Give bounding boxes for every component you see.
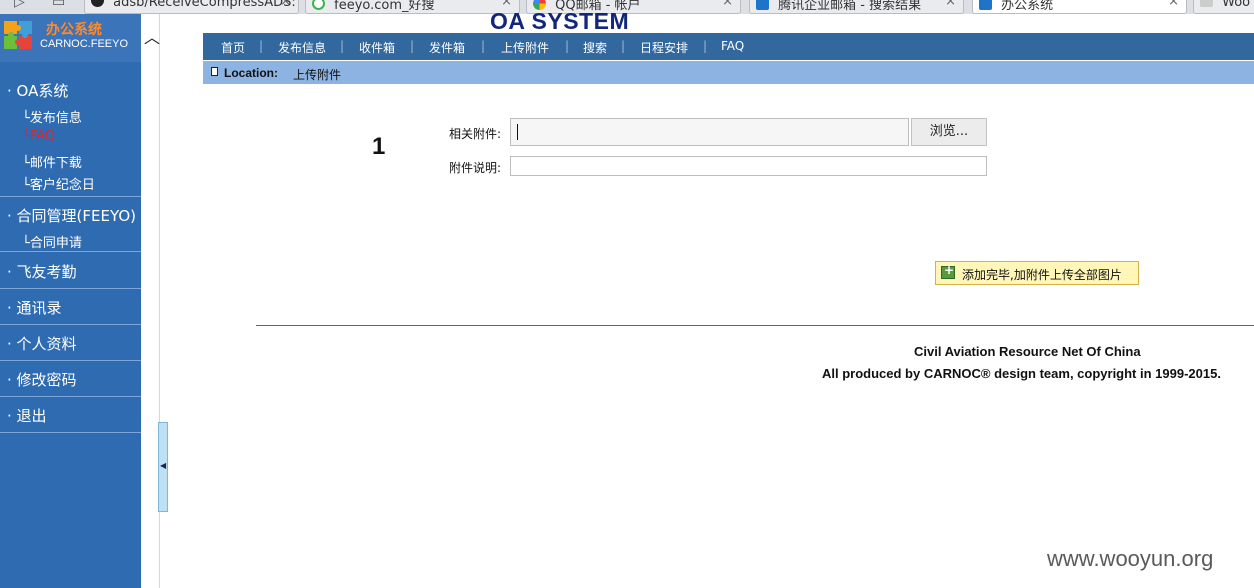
search-engine-icon [312,0,325,10]
chevron-up-icon[interactable]: ︿ [144,24,160,48]
sidebar-item-faq[interactable]: └FAQ [22,129,55,144]
footer-copyright: All produced by CARNOC® design team, cop… [822,366,1221,381]
browse-button[interactable]: 浏览... [911,118,987,146]
browser-tab-label: Woo [1222,0,1251,10]
add-complete-upload-label: 添加完毕,加附件上传全部图片 [962,268,1122,282]
description-label: 附件说明: [449,161,502,175]
new-window-icon[interactable]: ▭ [52,0,65,10]
sidebar-group-attendance[interactable]: · 飞友考勤 [0,253,141,289]
logo-subtitle: CARNOC.FEEYO [40,38,129,50]
nav-separator: | [410,39,415,53]
attachment-row-number: 1 [372,133,386,160]
browser-tab-exmail[interactable]: 腾讯企业邮箱 - 搜索结果 × [749,0,964,14]
sidebar-item-contract-apply[interactable]: └合同申请 [22,232,82,251]
nav-upload[interactable]: 上传附件 [501,39,549,56]
sidebar: 办公系统 CARNOC.FEEYO · OA系统 └发布信息 └FAQ └邮件下… [0,14,141,588]
nav-schedule[interactable]: 日程安排 [640,39,688,56]
sidebar-item-publish[interactable]: └发布信息 [22,107,82,126]
sidebar-group-logout-header[interactable]: · 退出 [7,405,47,426]
puzzle-logo-icon [4,21,32,49]
sidebar-group-profile[interactable]: · 个人资料 [0,325,141,361]
location-value: 上传附件 [293,68,342,82]
sidebar-group-password[interactable]: · 修改密码 [0,361,141,397]
nav-separator: | [703,39,708,53]
browser-tab-label: feeyo.com_好搜 [334,0,435,13]
add-complete-upload-button[interactable]: 添加完毕,加附件上传全部图片 [935,261,1139,285]
text-cursor [517,124,518,140]
watermark: www.wooyun.org [1047,546,1214,571]
sidebar-item-customer-day[interactable]: └客户纪念日 [22,174,95,193]
browser-tab-search[interactable]: feeyo.com_好搜 × [305,0,520,14]
nav-separator: | [340,39,345,53]
browser-tab-woo[interactable]: Woo [1193,0,1254,14]
close-icon[interactable]: × [1168,0,1179,9]
page-icon [1200,0,1213,7]
logo: 办公系统 CARNOC.FEEYO [0,14,141,62]
sidebar-group-contract: · 合同管理(FEEYO) └合同申请 [0,198,141,252]
nav-separator: | [565,39,570,53]
sidebar-group-logout[interactable]: · 退出 [0,397,141,433]
mail-icon [756,0,769,10]
checkbox-icon [979,0,992,10]
add-image-icon [941,263,955,279]
attachment-label: 相关附件: [449,127,502,141]
sidebar-item-mail-download[interactable]: └邮件下载 [22,152,82,171]
sidebar-group-password-header[interactable]: · 修改密码 [7,369,77,390]
footer-divider [256,325,1254,326]
close-icon[interactable]: × [280,0,291,9]
location-label: Location: [224,66,278,80]
github-icon [91,0,104,7]
browser-tab-label: adsb/ReceiveCompressADS: [113,0,296,10]
browser-tab-label: 腾讯企业邮箱 - 搜索结果 [778,0,922,13]
browser-tab-github[interactable]: adsb/ReceiveCompressADS: × [84,0,299,14]
sidebar-group-contacts[interactable]: · 通讯录 [0,289,141,325]
close-icon[interactable]: × [945,0,956,9]
nav-separator: | [621,39,626,53]
nav-faq[interactable]: FAQ [721,39,744,53]
browser-tab-label: 办公系统 [1001,0,1054,13]
top-nav-bar: 首页 | 发布信息 | 收件箱 | 发件箱 | 上传附件 | 搜索 | 日程安排… [203,33,1254,60]
nav-separator: | [259,39,264,53]
sidebar-group-contacts-header[interactable]: · 通讯录 [7,297,62,318]
sidebar-collapse-handle[interactable]: ◀ [158,422,168,512]
system-title: OA SYSTEM [490,8,630,34]
location-bar: Location: 上传附件 [203,61,1254,84]
nav-home[interactable]: 首页 [221,39,245,56]
nav-inbox[interactable]: 收件箱 [359,39,395,56]
chevron-left-icon: ◀ [160,461,167,470]
footer-org-name: Civil Aviation Resource Net Of China [914,344,1141,359]
sidebar-group-oa: · OA系统 └发布信息 └FAQ └邮件下载 └客户纪念日 [0,72,141,197]
sidebar-group-attendance-header[interactable]: · 飞友考勤 [7,261,77,282]
close-icon[interactable]: × [722,0,733,9]
document-icon [211,67,218,76]
browser-tab-oa[interactable]: 办公系统 × [972,0,1187,14]
sidebar-group-profile-header[interactable]: · 个人资料 [7,333,77,354]
nav-publish[interactable]: 发布信息 [278,39,326,56]
nav-outbox[interactable]: 发件箱 [429,39,465,56]
logo-title: 办公系统 [46,22,102,38]
attachment-file-input[interactable] [510,118,909,146]
back-icon[interactable]: ▷ [14,0,25,10]
nav-separator: | [481,39,486,53]
sidebar-group-contract-header[interactable]: · 合同管理(FEEYO) [7,205,136,226]
nav-search[interactable]: 搜索 [583,39,607,56]
description-input[interactable] [510,156,987,176]
sidebar-group-oa-header[interactable]: · OA系统 [7,80,68,101]
